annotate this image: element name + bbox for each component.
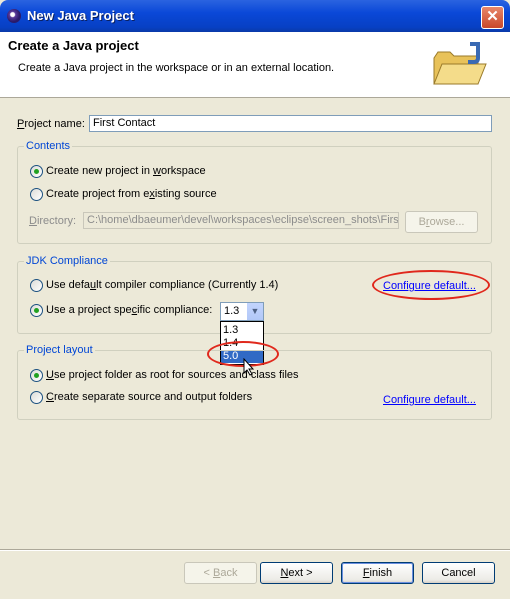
- from-existing-label[interactable]: Create project from existing source: [46, 188, 217, 200]
- specific-compliance-radio[interactable]: [30, 304, 43, 317]
- directory-input[interactable]: C:\home\dbaeumer\devel\workspaces\eclips…: [83, 212, 399, 229]
- project-name-input[interactable]: First Contact: [89, 115, 492, 132]
- finish-button[interactable]: Finish: [341, 562, 414, 584]
- title-bar[interactable]: New Java Project ✕: [0, 0, 510, 32]
- compliance-combo-value: 1.3: [224, 305, 240, 317]
- configure-default-link-layout[interactable]: Configure default...: [383, 394, 476, 406]
- next-button[interactable]: Next >: [260, 562, 333, 584]
- directory-label: Directory:: [29, 215, 77, 227]
- window-title: New Java Project: [27, 8, 134, 23]
- browse-button[interactable]: Browse...: [405, 211, 478, 233]
- default-compliance-radio[interactable]: [30, 279, 43, 292]
- compliance-combo[interactable]: 1.3 ▼: [220, 302, 264, 321]
- specific-compliance-label[interactable]: Use a project specific compliance:: [46, 304, 212, 316]
- mouse-cursor-icon: [243, 358, 255, 376]
- root-folder-label[interactable]: Use project folder as root for sources a…: [46, 369, 299, 381]
- project-layout-legend: Project layout: [24, 344, 95, 356]
- separate-folders-radio[interactable]: [30, 391, 43, 404]
- wizard-header: Create a Java project Create a Java proj…: [0, 32, 510, 98]
- new-in-workspace-label[interactable]: Create new project in workspace: [46, 165, 206, 177]
- root-folder-radio[interactable]: [30, 369, 43, 382]
- contents-legend: Contents: [24, 140, 73, 152]
- cancel-button[interactable]: Cancel: [422, 562, 495, 584]
- eclipse-icon: [7, 9, 21, 23]
- project-name-label: Project name:: [17, 118, 85, 130]
- from-existing-radio[interactable]: [30, 188, 43, 201]
- button-separator-highlight: [0, 550, 510, 551]
- chevron-down-icon[interactable]: ▼: [246, 303, 263, 320]
- new-java-project-window: New Java Project ✕ Create a Java project…: [0, 0, 510, 599]
- back-button[interactable]: < Back: [184, 562, 257, 584]
- separate-folders-label[interactable]: Create separate source and output folder…: [46, 391, 252, 403]
- java-folder-icon: [433, 42, 487, 85]
- page-description: Create a Java project in the workspace o…: [18, 62, 335, 74]
- page-title: Create a Java project: [8, 38, 139, 53]
- close-button[interactable]: ✕: [481, 6, 504, 29]
- jdk-compliance-legend: JDK Compliance: [24, 255, 110, 267]
- highlight-oval-configure: [372, 270, 490, 300]
- dropdown-option[interactable]: 1.3: [221, 324, 263, 337]
- new-in-workspace-radio[interactable]: [30, 165, 43, 178]
- default-compliance-label[interactable]: Use default compiler compliance (Current…: [46, 279, 278, 291]
